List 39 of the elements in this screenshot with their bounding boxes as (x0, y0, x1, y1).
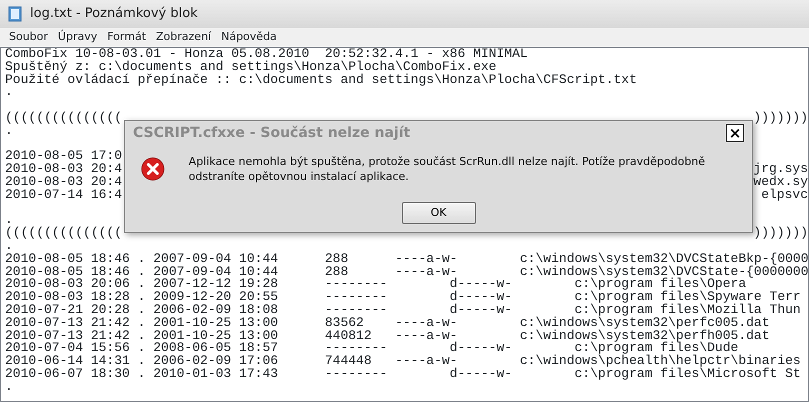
menu-item[interactable]: Zobrazení (151, 29, 216, 46)
text-line: 2010-07-13 21:42 . 2001-10-25 13:00 440812 ----a-w- c:\windows\system32\perfh005.dat (5, 330, 770, 342)
window-title: log.txt - Poznámkový blok (30, 5, 198, 24)
ok-button[interactable]: OK (402, 202, 476, 224)
text-line: 2010-08-03 18:28 . 2009-12-20 20:55 -------- d-----w- c:\program files\Spyware Terr (5, 291, 801, 304)
text-line: Spuštěný z: c:\documents and settings\Honza\Plocha\ComboFix.exe (5, 60, 496, 74)
text-line: 2010-08-05 17:0 (5, 150, 122, 164)
text-line: . (5, 240, 13, 253)
text-line: . (5, 124, 13, 138)
text-line: 2010-08-03 20:4 (5, 163, 122, 176)
menu-item[interactable]: Nápověda (216, 29, 282, 46)
dialog-title: CSCRIPT.cfxxe - Součást nelze najít (133, 124, 410, 142)
text-fragment: ))))))) (753, 227, 808, 240)
text-line: ((((((((((((((( (5, 227, 122, 240)
error-message: Aplikace nemohla být spuštěna, protože součást ScrRun.dll nelze najít. Potíže pravděpodobně odstraníte opětovnou instalací aplikace. (188, 154, 706, 184)
text-line: 2010-07-13 21:42 . 2001-10-25 13:00 83562 ----a-w- c:\windows\system32\perfc005.dat (5, 316, 770, 330)
text-line: . (5, 380, 13, 394)
text-line: 2010-06-14 14:31 . 2006-02-09 17:06 744448 ----a-w- c:\windows\pchealth\helpctr\binaries (5, 355, 801, 368)
notepad-icon (8, 6, 22, 22)
text-line: 2010-07-21 20:28 . 2006-02-09 18:08 -------- d-----w- c:\program files\Mozilla Thun (5, 304, 801, 317)
text-fragment: jrg.sys (753, 163, 808, 176)
text-line: 2010-06-07 18:30 . 2010-01-03 17:43 -------- d-----w- c:\program files\Microsoft St (5, 368, 801, 381)
text-line: . (5, 214, 13, 228)
text-line: 2010-08-05 18:46 . 2007-09-04 10:44 288 ----a-w- c:\windows\system32\DVCState-{0000000 (5, 266, 808, 278)
text-line: 2010-08-05 18:46 . 2007-09-04 10:44 288 ----a-w- c:\windows\system32\DVCStateBkp-{0000 (5, 252, 808, 266)
text-fragment: elpsvc (761, 188, 808, 202)
text-line: 2010-08-03 20:4 (5, 176, 122, 189)
text-line: . (5, 86, 13, 100)
text-fragment: wedx.sy (753, 176, 808, 189)
text-line: ((((((((((((((( (5, 112, 122, 125)
menu-item[interactable]: Soubor (4, 29, 53, 46)
text-line: 2010-07-14 16:4 (5, 188, 122, 202)
text-fragment: ))))))) (753, 112, 808, 125)
text-line: 2010-08-03 20:06 . 2007-12-12 19:28 -------- d-----w- c:\program files\Opera (5, 278, 746, 292)
close-button[interactable]: × (726, 124, 744, 142)
menu-item[interactable]: Formát (102, 29, 152, 46)
menu-item[interactable]: Úpravy (52, 29, 102, 46)
text-line: 2010-07-04 15:56 . 2008-06-05 18:57 -------- d-----w- c:\program files\Dude (5, 342, 738, 356)
text-line: Použité ovládací přepínače :: c:\documents and settings\Honza\Plocha\CFScript.txt (5, 74, 637, 86)
